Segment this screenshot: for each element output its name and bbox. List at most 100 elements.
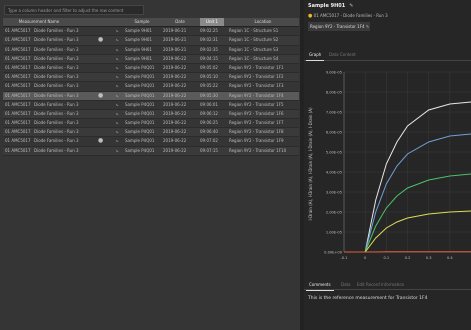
row-location: Region 9Y2 - Transistor 1F8 (229, 129, 284, 135)
column-header-unit[interactable]: Unit 1 (200, 18, 224, 26)
row-id: 01 AMC5017 (5, 147, 31, 153)
row-expand-icon[interactable]: ⤷ (112, 46, 122, 54)
tab-edit-record[interactable]: Edit Record Information (354, 280, 407, 290)
row-name: Diode Families - Run 3 (34, 64, 79, 70)
row-time: 09:06:40 (200, 129, 218, 135)
row-date: 2019-06-22 (163, 74, 187, 80)
row-time: 09:02:35 (200, 46, 218, 52)
table-row[interactable]: 01 AMC5017 Diode Families - Run 3 ⤷ Sample … (3, 91, 299, 101)
row-location: Region 9Y2 - Transistor 1F10 (229, 147, 287, 153)
table-row[interactable]: 01 AMC5017 Diode Families - Run 3 ⤷ Sample … (3, 146, 299, 156)
table-row[interactable]: 01 AMC5017 Diode Families - Run 3 ⤷ Sample … (3, 137, 299, 147)
row-sample: Sample 9H01 (125, 55, 152, 61)
row-id: 01 AMC5017 (5, 129, 31, 135)
row-expand-icon[interactable]: ⤷ (112, 73, 122, 81)
row-sample: Sample P4Q01 (125, 110, 155, 116)
edit-icon[interactable]: ✎ (349, 3, 353, 9)
row-id: 01 AMC5017 (5, 138, 31, 144)
column-header-sample[interactable]: Sample (125, 18, 159, 26)
row-id: 01 AMC5017 (5, 37, 31, 43)
row-sample: Sample P4Q01 (125, 83, 155, 89)
row-location: Region 1C - Structure S2 (229, 37, 279, 43)
row-location: Region 9Y2 - Transistor 1F3 (229, 83, 284, 89)
row-expand-icon[interactable]: ⤷ (112, 27, 122, 35)
row-time: 09:02:25 (200, 28, 218, 34)
comment-text: This is the reference measurement for Tr… (308, 296, 428, 301)
row-expand-icon[interactable]: ⤷ (112, 55, 122, 63)
row-id: 01 AMC5017 (5, 46, 31, 52)
row-expand-icon[interactable]: ⤷ (112, 101, 122, 109)
row-sample: Sample P4Q01 (125, 147, 155, 153)
row-expand-icon[interactable]: ⤷ (112, 110, 122, 118)
column-header-date[interactable]: Date (163, 18, 197, 26)
x-tick-label: 0.4 (447, 256, 453, 260)
row-date: 2019-06-21 (163, 28, 187, 34)
table-row[interactable]: 01 AMC5017 Diode Families - Run 3 ⤷ Sample … (3, 54, 299, 64)
edit-icon[interactable]: ✎ (366, 24, 369, 29)
row-expand-icon[interactable]: ⤷ (112, 119, 122, 127)
row-id: 01 AMC5017 (5, 74, 31, 80)
table-row[interactable]: 01 AMC5017 Diode Families - Run 3 ⤷ Sample … (3, 27, 299, 37)
filter-input[interactable]: Type a column header and filter to adjus… (4, 5, 144, 15)
star-icon[interactable]: ● (98, 137, 106, 145)
table-row[interactable]: 01 AMC5017 Diode Families - Run 3 ⤷ Sample … (3, 101, 299, 110)
tab-comments[interactable]: Comments (306, 280, 334, 291)
row-sample: Sample P4Q01 (125, 74, 155, 80)
table-row[interactable]: 01 AMC5017 Diode Families - Run 3 ⤷ Sample … (3, 46, 299, 55)
row-date: 2019-06-22 (163, 120, 187, 126)
table-row[interactable]: 01 AMC5017 Diode Families - Run 3 ⤷ Sample … (3, 128, 299, 138)
detail-title: Sample 9H01 ✎ (308, 3, 354, 9)
table-row[interactable]: 01 AMC5017 Diode Families - Run 3 ⤷ Sample … (3, 73, 299, 83)
star-icon[interactable]: ● (98, 92, 106, 100)
table-row[interactable]: 01 AMC5017 Diode Families - Run 3 ⤷ Sample … (3, 109, 299, 120)
row-date: 2019-06-22 (163, 147, 187, 153)
row-time: 09:07:15 (200, 147, 218, 153)
row-expand-icon[interactable]: ⤷ (112, 137, 122, 145)
column-header-location[interactable]: Location (229, 18, 297, 26)
row-sample: Sample P4Q01 (125, 138, 155, 144)
table-row[interactable]: 01 AMC5017 Diode Families - Run 3 ⤷ Sample … (3, 82, 299, 92)
row-expand-icon[interactable]: ⤷ (112, 147, 122, 155)
row-date: 2019-06-22 (163, 129, 187, 135)
row-name: Diode Families - Run 3 (34, 74, 79, 80)
row-time: 09:06:01 (200, 101, 218, 107)
row-name: Diode Families - Run 3 (34, 101, 79, 107)
tab-data[interactable]: Data (338, 280, 354, 290)
tab-data-content[interactable]: Data Content (326, 50, 359, 60)
column-header-measurement-name[interactable]: Measurement Name (3, 18, 75, 26)
column-header-star[interactable] (96, 18, 104, 26)
row-expand-icon[interactable]: ⤷ (112, 82, 122, 90)
row-id: 01 AMC5017 (5, 120, 31, 126)
table-row[interactable]: 01 AMC5017 Diode Families - Run 3 ⤷ Sample … (3, 36, 299, 46)
row-expand-icon[interactable]: ⤷ (112, 92, 122, 100)
row-location: Region 9Y2 - Transistor 1F5 (229, 101, 284, 107)
row-id: 01 AMC5017 (5, 28, 31, 34)
row-expand-icon[interactable]: ⤷ (112, 128, 122, 136)
x-tick-label: 0.3 (426, 256, 432, 260)
star-icon[interactable]: ● (98, 36, 106, 44)
row-location: Region 1C - Structure S1 (229, 28, 279, 34)
row-name: Diode Families - Run 3 (34, 28, 79, 34)
row-id: 01 AMC5017 (5, 101, 31, 107)
row-location: Region 9Y2 - Transistor 1F6 (229, 110, 284, 116)
row-time: 09:05:10 (200, 74, 218, 80)
y-tick-label: 8.00E-05 (326, 90, 342, 94)
row-sample: Sample P4Q01 (125, 92, 155, 98)
bottom-tabs: Comments Data Edit Record Information (304, 280, 471, 291)
star-icon[interactable]: ● (308, 13, 312, 19)
measurement-table: Measurement Name Sample Date Unit 1 Loca… (3, 18, 299, 156)
row-location: Region 9Y2 - Transistor 1F4 (229, 92, 284, 98)
row-name: Diode Families - Run 3 (34, 92, 79, 98)
tab-graph[interactable]: Graph (306, 50, 325, 61)
table-row[interactable]: 01 AMC5017 Diode Families - Run 3 ⤷ Sample … (3, 64, 299, 74)
row-date: 2019-06-22 (163, 55, 187, 61)
row-time: 09:04:15 (200, 55, 218, 61)
row-name: Diode Families - Run 3 (34, 37, 79, 43)
table-row[interactable]: 01 AMC5017 Diode Families - Run 3 ⤷ Sample … (3, 119, 299, 129)
row-date: 2019-06-22 (163, 83, 187, 89)
row-expand-icon[interactable]: ⤷ (112, 64, 122, 72)
y-tick-label: 4.00E-05 (326, 170, 342, 174)
row-expand-icon[interactable]: ⤷ (112, 36, 122, 44)
row-date: 2019-06-22 (163, 64, 187, 70)
x-tick-label: -0.1 (340, 256, 347, 260)
